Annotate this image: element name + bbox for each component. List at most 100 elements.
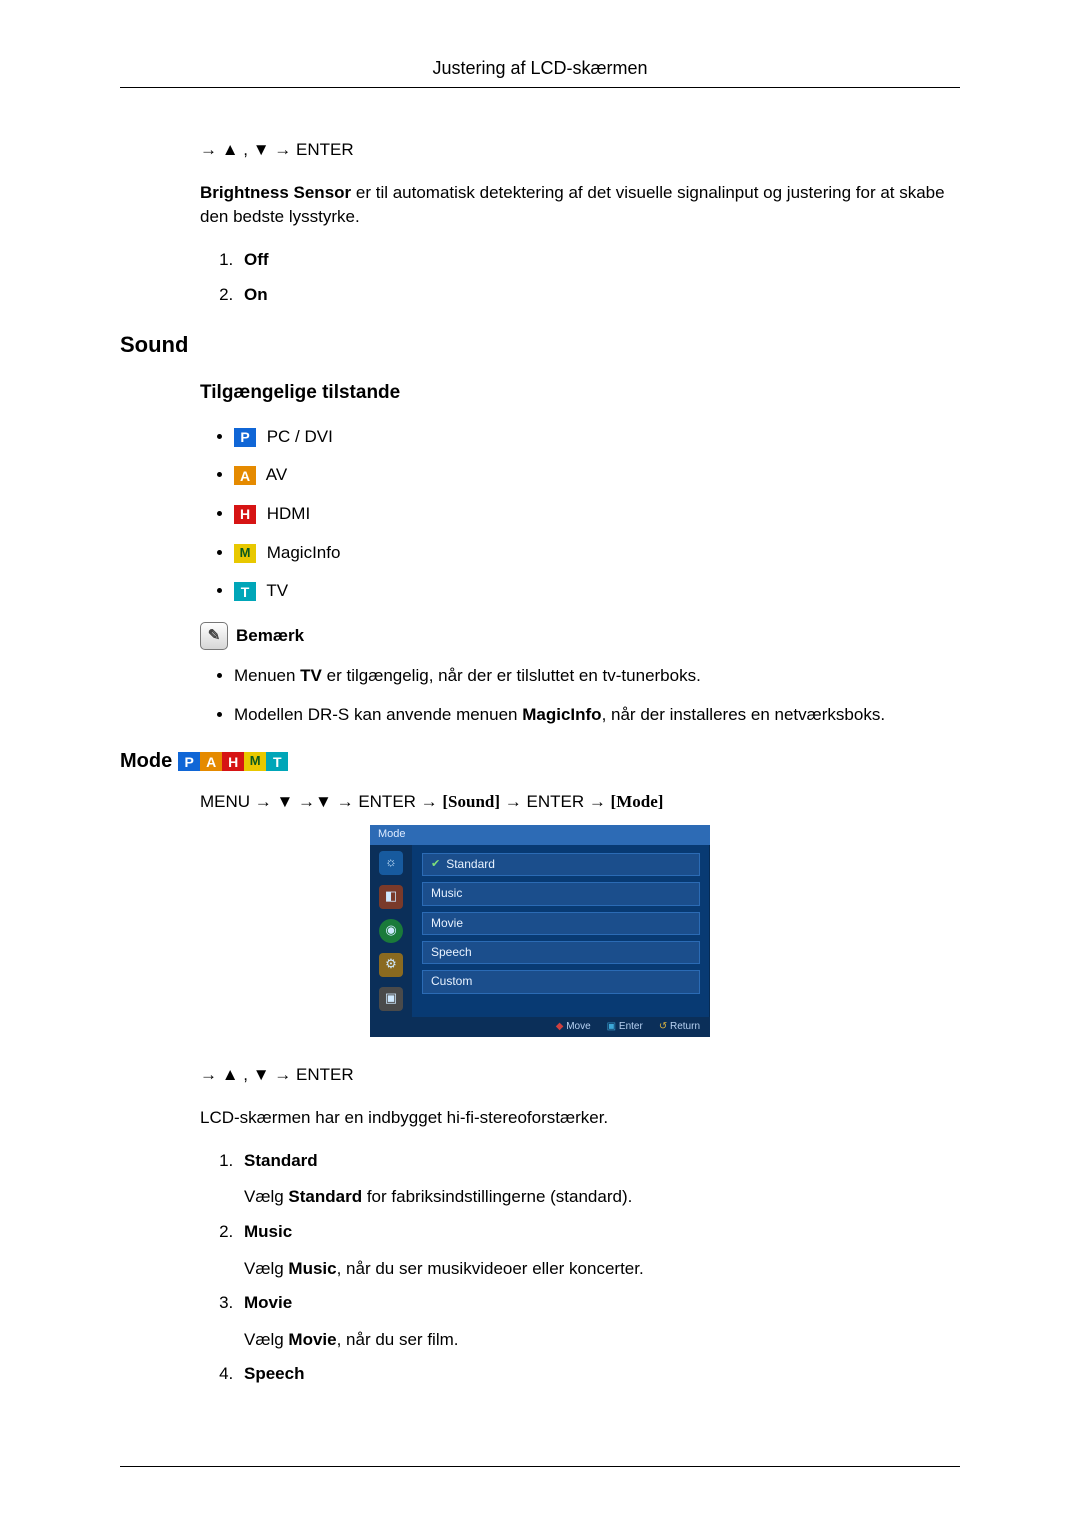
note-magicinfo: Modellen DR-S kan anvende menuen MagicIn… (234, 703, 960, 728)
mode-item-music-b: Music (288, 1259, 336, 1278)
brightness-nav: → ▲ , ▼ → ENTER (200, 138, 960, 163)
note-icon: ✎ (200, 622, 228, 650)
osd-screenshot: Mode ☼ ◧ ◉ ⚙ ▣ ✔Standard Music Movie Spe… (120, 825, 960, 1037)
note-label: Bemærk (236, 624, 304, 649)
mode-item-standard-title: Standard (244, 1149, 960, 1174)
osd-opt-standard: ✔Standard (422, 853, 700, 876)
badge-m-icon: M (244, 752, 266, 771)
mode-item-music: Music Vælg Music, når du ser musikvideoe… (238, 1220, 960, 1281)
brightness-desc: Brightness Sensor er til automatisk dete… (200, 181, 960, 230)
mode-magicinfo: M MagicInfo (234, 541, 960, 566)
osd-title: Mode (370, 825, 710, 845)
mode-badge-row: P A H M T (178, 752, 288, 771)
osd-footer: Move Enter Return (370, 1017, 710, 1038)
sound-heading: Sound (120, 329, 960, 361)
osd-footer-return: Return (659, 1020, 700, 1035)
mode-item-music-post: , når du ser musikvideoer eller koncerte… (337, 1259, 644, 1278)
mode-item-standard-pre: Vælg (244, 1187, 288, 1206)
mode-nav: → ▲ , ▼ → ENTER (200, 1063, 960, 1088)
osd-body: ☼ ◧ ◉ ⚙ ▣ ✔Standard Music Movie Speech C… (370, 845, 710, 1017)
menu-path-mode: [Mode] (611, 792, 664, 811)
osd-opt-speech-label: Speech (431, 944, 472, 961)
mode-item-standard-post: for fabriksindstillingerne (standard). (362, 1187, 632, 1206)
mode-item-standard: Standard Vælg Standard for fabriksindsti… (238, 1149, 960, 1210)
badge-h-icon: H (222, 752, 244, 771)
brightness-option-off-label: Off (244, 250, 269, 269)
badge-m-icon: M (234, 544, 256, 563)
mode-item-music-pre: Vælg (244, 1259, 288, 1278)
osd-icon-column: ☼ ◧ ◉ ⚙ ▣ (370, 845, 412, 1017)
menu-path-p1: MENU → ▼ →▼ → ENTER → (200, 792, 442, 811)
brightness-options: Off On (200, 248, 960, 307)
page-header: Justering af LCD-skærmen (120, 55, 960, 88)
note-tv-bold: TV (300, 666, 322, 685)
mode-item-music-desc: Vælg Music, når du ser musikvideoer elle… (244, 1257, 960, 1282)
badge-a-icon: A (200, 752, 222, 771)
osd-footer-enter: Enter (607, 1020, 643, 1035)
mode-pc-dvi: P PC / DVI (234, 425, 960, 450)
osd-icon-3: ◉ (379, 919, 403, 943)
page: Justering af LCD-skærmen → ▲ , ▼ → ENTER… (0, 0, 1080, 1527)
brightness-option-on: On (238, 283, 960, 308)
osd-footer-move: Move (556, 1020, 591, 1035)
mode-heading: Mode P A H M T (120, 747, 960, 776)
available-modes-heading: Tilgængelige tilstande (200, 379, 960, 407)
mode-item-speech-title: Speech (244, 1362, 960, 1387)
mode-hdmi: H HDMI (234, 502, 960, 527)
brightness-sensor-label: Brightness Sensor (200, 183, 351, 202)
brightness-option-on-label: On (244, 285, 268, 304)
mode-item-movie-post: , når du ser film. (337, 1330, 459, 1349)
mode-intro: LCD-skærmen har en indbygget hi-fi-stere… (200, 1106, 960, 1131)
mode-pc-dvi-label: PC / DVI (262, 427, 333, 446)
mode-heading-text: Mode (120, 747, 172, 776)
mode-items: Standard Vælg Standard for fabriksindsti… (200, 1149, 960, 1387)
menu-path-p2: → ENTER → (500, 792, 611, 811)
footer-rule (120, 1466, 960, 1467)
osd-icon-5: ▣ (379, 987, 403, 1011)
note-mi-pre: Modellen DR-S kan anvende menuen (234, 705, 522, 724)
note-mi-post: , når der installeres en netværksboks. (602, 705, 885, 724)
badge-h-icon: H (234, 505, 256, 524)
menu-path: MENU → ▼ →▼ → ENTER → [Sound] → ENTER → … (200, 790, 960, 815)
mode-magicinfo-label: MagicInfo (262, 543, 340, 562)
osd-opt-movie-label: Movie (431, 915, 463, 932)
badge-p-icon: P (178, 752, 200, 771)
mode-av: A AV (234, 463, 960, 488)
mode-item-speech: Speech (238, 1362, 960, 1387)
mode-tv: T TV (234, 579, 960, 604)
mode-tv-label: TV (262, 581, 288, 600)
osd-icon-1: ☼ (379, 851, 403, 875)
note-mi-bold: MagicInfo (522, 705, 601, 724)
badge-t-icon: T (234, 582, 256, 601)
badge-p-icon: P (234, 428, 256, 447)
brightness-option-off: Off (238, 248, 960, 273)
mode-av-label: AV (262, 465, 287, 484)
osd-icon-2: ◧ (379, 885, 403, 909)
osd-opt-custom-label: Custom (431, 973, 472, 990)
osd-icon-4: ⚙ (379, 953, 403, 977)
mode-hdmi-label: HDMI (262, 504, 310, 523)
mode-item-standard-desc: Vælg Standard for fabriksindstillingerne… (244, 1185, 960, 1210)
osd-opt-speech: Speech (422, 941, 700, 964)
notes-list: Menuen TV er tilgængelig, når der er til… (200, 664, 960, 727)
note-tv-pre: Menuen (234, 666, 300, 685)
mode-item-standard-b: Standard (288, 1187, 362, 1206)
badge-a-icon: A (234, 466, 256, 485)
osd-opt-standard-label: Standard (446, 856, 495, 873)
badge-t-icon: T (266, 752, 288, 771)
mode-item-movie: Movie Vælg Movie, når du ser film. (238, 1291, 960, 1352)
osd-opt-music: Music (422, 882, 700, 905)
osd-opt-movie: Movie (422, 912, 700, 935)
mode-item-music-title: Music (244, 1220, 960, 1245)
mode-item-movie-pre: Vælg (244, 1330, 288, 1349)
osd-panel: Mode ☼ ◧ ◉ ⚙ ▣ ✔Standard Music Movie Spe… (370, 825, 710, 1037)
mode-item-movie-b: Movie (288, 1330, 336, 1349)
menu-path-sound: [Sound] (442, 792, 500, 811)
available-modes-list: P PC / DVI A AV H HDMI M MagicInfo T TV (200, 425, 960, 604)
note-row: ✎ Bemærk (200, 622, 960, 650)
mode-item-movie-title: Movie (244, 1291, 960, 1316)
osd-opt-music-label: Music (431, 885, 462, 902)
note-tv-post: er tilgængelig, når der er tilsluttet en… (322, 666, 701, 685)
note-tv: Menuen TV er tilgængelig, når der er til… (234, 664, 960, 689)
osd-options: ✔Standard Music Movie Speech Custom (412, 845, 710, 1017)
